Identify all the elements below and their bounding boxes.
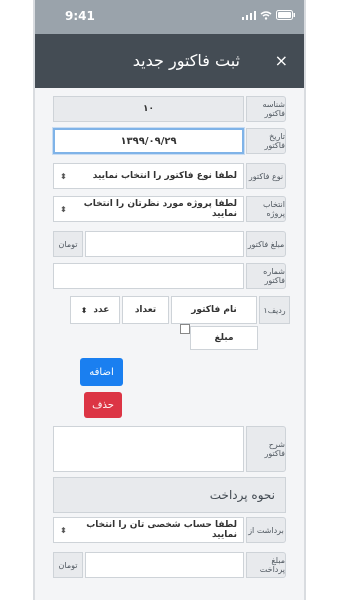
select-caret-icon: ⬍ <box>60 525 67 535</box>
project-row: انتخاب پروژه لطفا پروژه مورد نظرتان را ا… <box>53 196 286 222</box>
item-checkbox[interactable] <box>180 324 190 334</box>
withdraw-select[interactable]: لطفا حساب شخصی تان را انتخاب نمایید ⬍ <box>53 517 244 543</box>
invoice-id-field: ۱۰ <box>53 96 244 122</box>
payment-amount-row: مبلغ پرداخت تومان <box>53 552 286 578</box>
amount-input[interactable] <box>85 231 244 257</box>
project-label: انتخاب پروژه <box>246 196 286 222</box>
invoice-number-input[interactable] <box>53 263 244 289</box>
select-caret-icon: ⬍ <box>60 171 67 181</box>
description-row: شرح فاکتور <box>53 426 286 472</box>
invoice-type-row: نوع فاکتور لطفا نوع فاکتور را انتخاب نما… <box>53 163 286 189</box>
item-unit-value: عدد <box>93 305 110 315</box>
invoice-date-input[interactable]: ۱۳۹۹/۰۹/۲۹ <box>53 128 244 154</box>
signal-icon <box>242 10 256 20</box>
select-caret-icon: ⬍ <box>60 204 67 214</box>
status-time: 9:41 <box>65 9 95 23</box>
project-select[interactable]: لطفا پروژه مورد نظرتان را انتخاب نمایید … <box>53 196 244 222</box>
select-caret-icon: ⬍ <box>80 305 88 315</box>
payment-amount-label: مبلغ پرداخت <box>246 552 286 578</box>
invoice-date-row: تاریخ فاکتور ۱۳۹۹/۰۹/۲۹ <box>53 128 286 154</box>
add-button[interactable]: اضافه <box>80 358 123 386</box>
withdraw-row: برداشت از لطفا حساب شخصی تان را انتخاب ن… <box>53 517 286 543</box>
status-icons <box>242 10 296 20</box>
withdraw-label: برداشت از <box>246 517 286 543</box>
withdraw-value: لطفا حساب شخصی تان را انتخاب نمایید <box>86 520 237 540</box>
item-row-label: ردیف۱ <box>259 296 290 324</box>
item-count-input[interactable]: تعداد <box>122 296 169 324</box>
payment-currency: تومان <box>53 552 83 578</box>
invoice-date-label: تاریخ فاکتور <box>246 128 286 154</box>
delete-button[interactable]: حذف <box>84 392 122 418</box>
payment-section-title: نحوه پرداخت <box>53 477 286 513</box>
wifi-icon <box>260 10 272 20</box>
phone-screen: 9:41 ثبت فاکتور جدید × شناسه فاکتور ۱۰ ت… <box>33 0 306 600</box>
invoice-type-select[interactable]: لطفا نوع فاکتور را انتخاب نمایید ⬍ <box>53 163 244 189</box>
modal-header: ثبت فاکتور جدید × <box>35 34 304 88</box>
modal-title: ثبت فاکتور جدید <box>132 51 240 70</box>
item-price-input[interactable]: مبلغ <box>190 326 258 350</box>
status-bar: 9:41 <box>35 0 304 34</box>
amount-row: مبلغ فاکتور تومان <box>53 231 286 257</box>
project-value: لطفا پروژه مورد نظرتان را انتخاب نمایید <box>83 199 237 219</box>
amount-label: مبلغ فاکتور <box>246 231 286 257</box>
invoice-type-label: نوع فاکتور <box>246 163 286 189</box>
description-label: شرح فاکتور <box>246 426 286 472</box>
item-name-input[interactable]: نام فاکتور <box>171 296 257 324</box>
item-unit-select[interactable]: عدد ⬍ <box>70 296 120 324</box>
invoice-id-row: شناسه فاکتور ۱۰ <box>53 96 286 122</box>
battery-icon <box>276 10 295 20</box>
description-textarea[interactable] <box>53 426 244 472</box>
invoice-id-label: شناسه فاکتور <box>246 96 286 122</box>
invoice-number-row: شماره فاکتور <box>53 263 286 289</box>
payment-amount-input[interactable] <box>85 552 244 578</box>
amount-currency: تومان <box>53 231 83 257</box>
invoice-number-label: شماره فاکتور <box>246 263 286 289</box>
invoice-type-value: لطفا نوع فاکتور را انتخاب نمایید <box>92 171 237 181</box>
close-icon[interactable]: × <box>275 51 288 70</box>
